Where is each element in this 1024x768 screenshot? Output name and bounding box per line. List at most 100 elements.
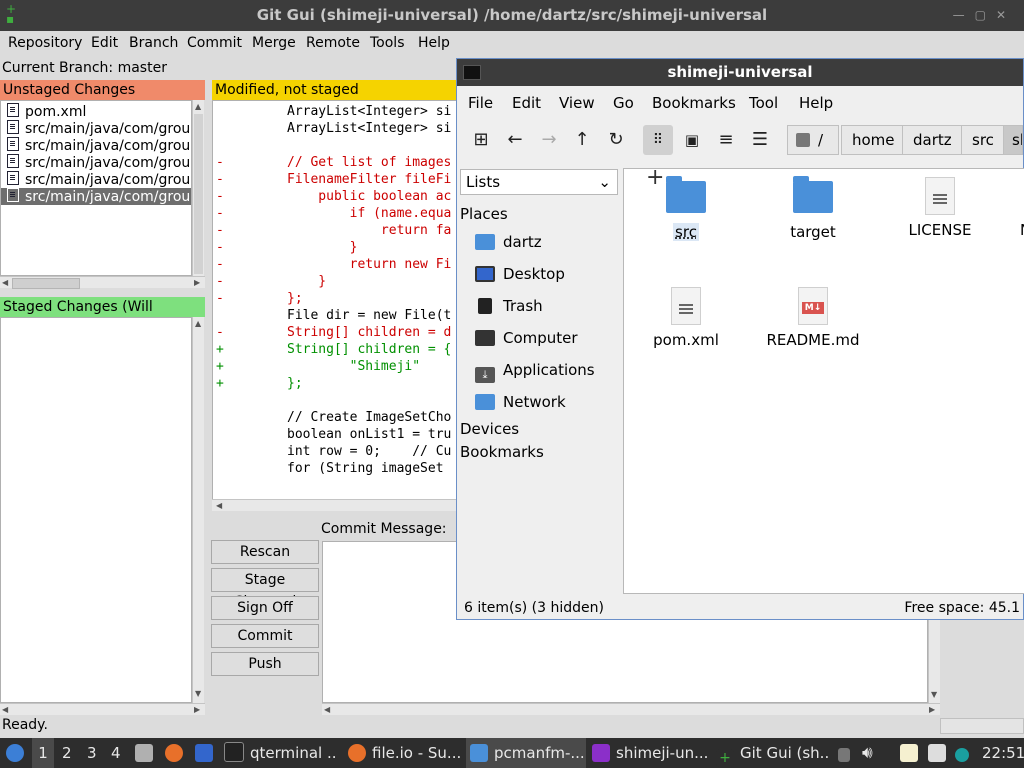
file-item-src[interactable]: src [626, 176, 746, 241]
reload-icon[interactable]: ↻ [601, 125, 631, 155]
up-arrow-icon[interactable]: ↑ [567, 125, 597, 155]
file-manager-launcher-icon[interactable] [135, 738, 155, 768]
icon-view-icon[interactable]: ⠿ [643, 125, 673, 155]
menu-remote[interactable]: Remote [306, 35, 360, 51]
scroll-left-icon[interactable]: ◀ [2, 278, 8, 287]
path-dartz[interactable]: dartz [902, 125, 963, 155]
diff-hscrollbar[interactable]: ◀ [212, 499, 456, 511]
menu-help[interactable]: Help [418, 35, 450, 51]
scroll-right-icon[interactable]: ▶ [194, 278, 200, 287]
commit-button[interactable]: Commit [211, 624, 319, 648]
start-menu-icon[interactable] [6, 738, 28, 768]
scroll-right-icon[interactable]: ▶ [929, 705, 935, 714]
sidebar-item-network[interactable]: Network [475, 391, 566, 413]
unstaged-hscrollbar[interactable]: ◀ ▶ [0, 276, 205, 289]
task-intellij[interactable]: shimeji-un... [592, 738, 708, 768]
file-view[interactable]: + src target LICENSE N pom.xml M↓ README… [623, 165, 1024, 594]
sign-off-button[interactable]: Sign Off [211, 596, 319, 620]
file-item-readme[interactable]: M↓ README.md [753, 287, 873, 349]
workspace-4[interactable]: 4 [111, 738, 125, 768]
side-pane-mode-select[interactable]: Lists ⌄ [460, 169, 618, 195]
task-gitgui[interactable]: + Git Gui (sh... [716, 738, 830, 768]
minimize-icon[interactable]: — [953, 8, 975, 22]
file-item-target[interactable]: target [753, 176, 873, 241]
path-src[interactable]: src [961, 125, 1005, 155]
staged-vscrollbar[interactable]: ▲ ▼ [192, 317, 204, 703]
menu-repository[interactable]: Repository [8, 35, 82, 51]
new-tab-icon[interactable]: ⊞ [466, 125, 496, 155]
chevron-down-icon: ⌄ [598, 173, 611, 191]
workspace-1[interactable]: 1 [32, 738, 54, 768]
unstaged-vscrollbar[interactable]: ▲ [192, 100, 204, 276]
forward-arrow-icon[interactable]: → [534, 125, 564, 155]
scroll-up-icon[interactable]: ▲ [195, 319, 201, 328]
workspace-2[interactable]: 2 [62, 738, 76, 768]
sidebar-item-computer[interactable]: Computer [475, 327, 578, 349]
menu-edit[interactable]: Edit [91, 35, 118, 51]
detailed-view-icon[interactable]: ☰ [745, 125, 775, 155]
staged-files-list[interactable] [0, 317, 192, 703]
back-arrow-icon[interactable]: ← [500, 125, 530, 155]
maximize-icon[interactable]: ▢ [975, 8, 996, 22]
list-item[interactable]: src/main/java/com/group [1, 171, 191, 188]
task-pcmanfm[interactable]: pcmanfm-... [466, 738, 586, 768]
sidebar-item-applications[interactable]: ⤓ Applications [475, 359, 595, 383]
menu-file[interactable]: File [468, 94, 493, 112]
scroll-down-icon[interactable]: ▼ [195, 689, 201, 698]
menu-go[interactable]: Go [613, 94, 634, 112]
list-item[interactable]: src/main/java/com/group [1, 137, 191, 154]
close-icon[interactable]: ✕ [996, 8, 1016, 22]
menu-merge[interactable]: Merge [252, 35, 296, 51]
commit-hscrollbar[interactable]: ◀ ▶ [322, 703, 940, 715]
scroll-thumb[interactable] [12, 278, 80, 289]
sidebar-item-trash[interactable]: Trash [475, 295, 543, 317]
menu-view[interactable]: View [559, 94, 595, 112]
diff-viewer[interactable]: ArrayList<Integer> si ArrayList<Integer> … [212, 100, 458, 502]
task-qterminal[interactable]: qterminal ... [224, 738, 336, 768]
stage-changed-button[interactable]: Stage Changed [211, 568, 319, 610]
list-item[interactable]: src/main/java/com/group [1, 120, 191, 137]
push-button[interactable]: Push [211, 652, 319, 676]
list-item-selected[interactable]: src/main/java/com/group [1, 188, 191, 205]
clipboard-icon[interactable] [900, 738, 920, 768]
menu-edit[interactable]: Edit [512, 94, 541, 112]
scroll-left-icon[interactable]: ◀ [2, 705, 8, 714]
staged-hscrollbar[interactable]: ◀ ▶ [0, 703, 205, 715]
volume-icon[interactable]: 🔊︎ [862, 738, 882, 768]
desktop-launcher-icon[interactable] [195, 738, 215, 768]
file-item-license[interactable]: LICENSE [880, 177, 1000, 239]
menu-tools[interactable]: Tools [370, 35, 405, 51]
workspace-3[interactable]: 3 [87, 738, 101, 768]
thumbnail-view-icon[interactable]: ▣ [677, 125, 707, 155]
compact-view-icon[interactable]: ≡ [711, 125, 741, 155]
places-header: Places [460, 205, 508, 223]
firefox-launcher-icon[interactable] [165, 738, 185, 768]
window-controls[interactable]: —▢✕ [953, 8, 1016, 22]
scroll-down-icon[interactable]: ▼ [931, 690, 937, 699]
task-firefox[interactable]: file.io - Su... [348, 738, 460, 768]
path-current[interactable]: sh [1003, 125, 1023, 155]
menu-branch[interactable]: Branch [129, 35, 178, 51]
unstaged-files-list[interactable]: pom.xml src/main/java/com/group src/main… [0, 100, 192, 276]
tray-up-arrow-icon[interactable] [838, 738, 852, 768]
scroll-left-icon[interactable]: ◀ [324, 705, 330, 714]
list-item[interactable]: pom.xml [1, 103, 191, 120]
network-status-icon[interactable] [928, 738, 948, 768]
sidebar-item-desktop[interactable]: Desktop [475, 263, 565, 285]
path-root[interactable]: / [787, 125, 839, 155]
rescan-button[interactable]: Rescan [211, 540, 319, 564]
menu-commit[interactable]: Commit [187, 35, 242, 51]
commit-vscrollbar[interactable]: ▼ [928, 620, 940, 703]
file-item-pom-xml[interactable]: pom.xml [626, 287, 746, 349]
menu-bookmarks[interactable]: Bookmarks [652, 94, 736, 112]
menu-tool[interactable]: Tool [749, 94, 778, 112]
scroll-up-icon[interactable]: ▲ [195, 102, 201, 111]
sidebar-item-dartz[interactable]: dartz [475, 231, 542, 253]
scroll-right-icon[interactable]: ▶ [194, 705, 200, 714]
path-home[interactable]: home [841, 125, 906, 155]
scroll-left-icon[interactable]: ◀ [216, 501, 222, 510]
list-item[interactable]: src/main/java/com/group [1, 154, 191, 171]
update-notifier-icon[interactable] [955, 738, 971, 768]
scroll-thumb[interactable] [194, 114, 203, 274]
menu-help[interactable]: Help [799, 94, 833, 112]
